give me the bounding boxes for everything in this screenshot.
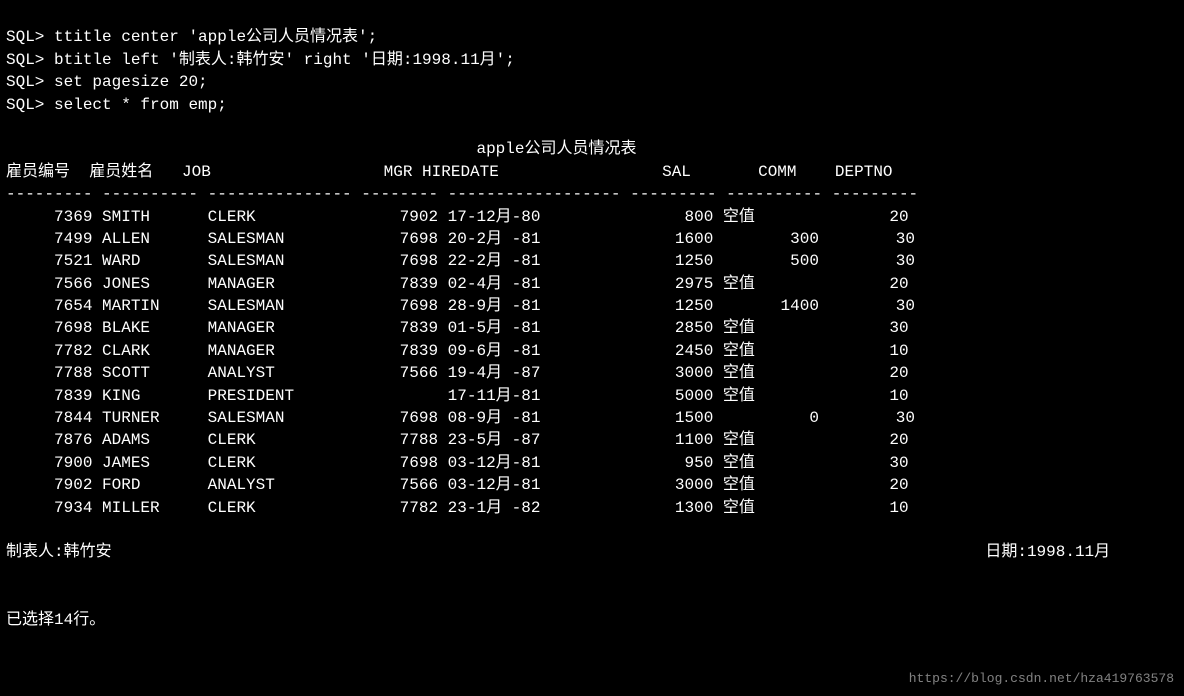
cmd-line: SQL> select * from emp; [6, 96, 227, 114]
sql-prompt: SQL> [6, 96, 44, 114]
sql-prompt: SQL> [6, 51, 44, 69]
report-body: 7369 SMITH CLERK 7902 17-12月-80 800 空值 2… [6, 208, 915, 517]
rowcount-line: 已选择14行。 [6, 611, 105, 629]
report-separator-line: --------- ---------- --------------- ---… [6, 185, 918, 203]
cmd-line: SQL> ttitle center 'apple公司人员情况表'; [6, 28, 377, 46]
terminal-output: SQL> ttitle center 'apple公司人员情况表'; SQL> … [0, 0, 1184, 635]
cmd-line: SQL> set pagesize 20; [6, 73, 208, 91]
sql-prompt: SQL> [6, 73, 44, 91]
sql-prompt: SQL> [6, 28, 44, 46]
report-title-line: apple公司人员情况表 [6, 140, 637, 158]
cmd-line: SQL> btitle left '制表人:韩竹安' right '日期:199… [6, 51, 515, 69]
report-header-line: 雇员编号 雇员姓名 JOB MGR HIREDATE SAL COMM DEPT… [6, 163, 893, 181]
watermark: https://blog.csdn.net/hza419763578 [909, 670, 1174, 688]
btitle-line: 制表人:韩竹安 日期:1998.11月 [6, 543, 1110, 561]
